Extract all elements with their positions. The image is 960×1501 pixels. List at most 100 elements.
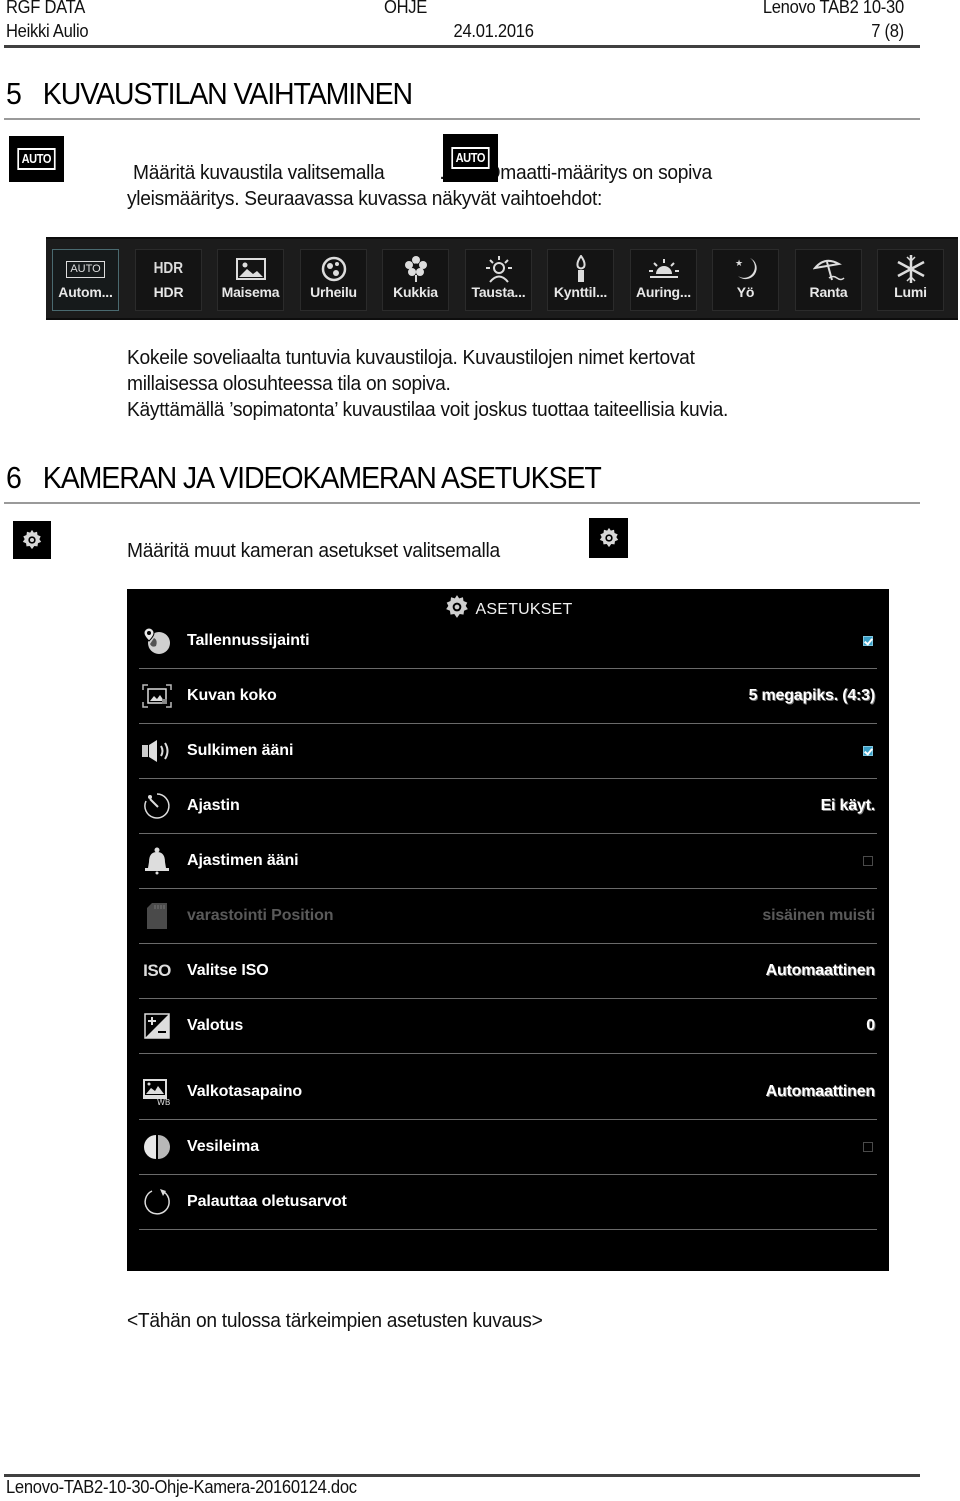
header-author: Heikki Aulio <box>6 21 89 41</box>
setting-exposure[interactable]: Valotus 0 <box>139 999 877 1054</box>
auto-icon: AUTO <box>66 252 105 286</box>
mode-label: HDR <box>153 284 184 300</box>
page-header-row-2: Heikki Aulio 24.01.2016 7 (8) <box>6 21 904 42</box>
mode-label: Yö <box>736 284 755 300</box>
scene-mode-bar: AUTO Autom... HDR HDR Maisema Urheilu Ku… <box>46 237 958 320</box>
mode-backlight[interactable]: Tausta... <box>465 249 532 311</box>
mode-label: Lumi <box>894 284 927 300</box>
flower-icon <box>404 252 428 286</box>
reset-icon <box>139 1187 175 1217</box>
speaker-icon <box>139 739 175 763</box>
white-balance-icon: WB <box>139 1078 175 1106</box>
section-6-divider <box>4 502 920 504</box>
setting-label: Valotus <box>187 1017 244 1034</box>
mode-label: Ranta <box>809 284 848 300</box>
mode-label: Kynttil... <box>553 284 608 300</box>
setting-shutter-sound[interactable]: Sulkimen ääni <box>139 724 877 779</box>
mode-beach[interactable]: Ranta <box>795 249 862 311</box>
sunset-icon <box>648 252 680 286</box>
setting-label: Valkotasapaino <box>187 1083 303 1100</box>
setting-label: Sulkimen ääni <box>187 742 294 759</box>
watermark-checkbox[interactable] <box>863 1142 873 1152</box>
setting-save-location[interactable]: Tallennussijainti <box>139 614 877 669</box>
hdr-icon: HDR <box>153 260 184 277</box>
backlight-portrait-icon <box>485 252 513 286</box>
mode-label: Kukkia <box>393 284 438 300</box>
setting-storage-position: varastointi Position sisäinen muisti <box>139 889 877 944</box>
night-moon-icon: ★ <box>732 252 760 286</box>
section-5-intro-line-1: Määritä kuvaustila valitsemalla . AUTOma… <box>133 160 712 186</box>
iso-icon: ISO <box>143 961 171 980</box>
settings-description-placeholder: <Tähän on tulossa tärkeimpien asetusten … <box>127 1310 543 1332</box>
auto-inline-icon-label: AUTO <box>451 147 490 169</box>
mode-label: Autom... <box>58 284 113 300</box>
section-5-para-line-3: Käyttämällä ’sopimatonta’ kuvaustilaa vo… <box>127 399 729 421</box>
auto-mode-icon: AUTO <box>9 136 64 182</box>
mode-candle[interactable]: Kynttil... <box>547 249 614 311</box>
setting-label: Vesileima <box>187 1138 260 1155</box>
mode-sports[interactable]: Urheilu <box>300 249 367 311</box>
section-6-title: KAMERAN JA VIDEOKAMERAN ASETUKSET <box>42 460 602 495</box>
mode-hdr[interactable]: HDR HDR <box>135 249 202 311</box>
auto-icon-label: AUTO <box>17 148 56 170</box>
camera-settings-panel: ASETUKSET Tallennussijainti Kuvan koko 5… <box>127 589 889 1271</box>
setting-value: Ei käyt. <box>820 797 876 814</box>
setting-reset-defaults[interactable]: Palauttaa oletusarvot <box>139 1175 877 1230</box>
mode-auto[interactable]: AUTO Autom... <box>52 249 119 311</box>
shutter-sound-checkbox[interactable] <box>863 746 873 756</box>
location-globe-icon <box>139 626 175 656</box>
beach-umbrella-icon <box>812 252 845 286</box>
setting-value: Automaattinen <box>765 1083 876 1100</box>
section-5-title: KUVAUSTILAN VAIHTAMINEN <box>42 76 413 111</box>
section-6-heading: 6 KAMERAN JA VIDEOKAMERAN ASETUKSET <box>6 460 602 496</box>
mode-label: Urheilu <box>310 284 357 300</box>
section-5-divider <box>4 118 920 120</box>
setting-label: Kuvan koko <box>187 687 277 704</box>
setting-white-balance[interactable]: WB Valkotasapaino Automaattinen <box>139 1065 877 1120</box>
footer-filename: Lenovo-TAB2-10-30-Ohje-Kamera-20160124.d… <box>6 1477 357 1497</box>
mode-label: Auring... <box>636 284 691 300</box>
section-6-intro: Määritä muut kameran asetukset valitsema… <box>127 540 500 562</box>
candle-icon <box>574 252 588 286</box>
mode-sunset[interactable]: Auring... <box>630 249 697 311</box>
gear-icon <box>13 521 51 559</box>
header-doc-type: OHJE <box>384 0 428 17</box>
setting-timer[interactable]: Ajastin Ei käyt. <box>139 779 877 834</box>
page-header-row-1: RGF DATA OHJE Lenovo TAB2 10-30 <box>6 0 904 18</box>
section-5-para-line-2: millaisessa olosuhteessa tila on sopiva. <box>127 373 451 395</box>
setting-iso[interactable]: ISO Valitse ISO Automaattinen <box>139 944 877 999</box>
setting-label: Ajastimen ääni <box>187 852 299 869</box>
svg-text:★: ★ <box>735 258 743 268</box>
section-5-heading: 5 KUVAUSTILAN VAIHTAMINEN <box>6 76 413 112</box>
header-device: Lenovo TAB2 10-30 <box>762 0 904 17</box>
setting-watermark[interactable]: Vesileima <box>139 1120 877 1175</box>
setting-value: Automaattinen <box>765 962 876 979</box>
header-page: 7 (8) <box>871 21 904 41</box>
section-5-intro-line-2: yleismääritys. Seuraavassa kuvassa näkyv… <box>127 188 603 210</box>
svg-text:WB: WB <box>157 1098 170 1106</box>
header-divider <box>4 45 920 48</box>
setting-label: Palauttaa oletusarvot <box>187 1193 347 1210</box>
mode-night[interactable]: ★ Yö <box>712 249 779 311</box>
mode-landscape[interactable]: Maisema <box>217 249 284 311</box>
section-5-number: 5 <box>6 76 22 111</box>
timer-sound-checkbox[interactable] <box>863 856 873 866</box>
setting-image-size[interactable]: Kuvan koko 5 megapiks. (4:3) <box>139 669 877 724</box>
sd-card-icon <box>139 902 175 930</box>
mode-label: Maisema <box>221 284 280 300</box>
gear-inline-icon <box>589 518 628 558</box>
timer-icon <box>139 791 175 821</box>
header-company: RGF DATA <box>6 0 86 17</box>
sports-ball-icon <box>321 252 347 286</box>
setting-timer-sound[interactable]: Ajastimen ääni <box>139 834 877 889</box>
mode-flowers[interactable]: Kukkia <box>382 249 449 311</box>
intro-text-a: Määritä kuvaustila valitsemalla <box>133 162 385 184</box>
setting-label: Tallennussijainti <box>187 632 310 649</box>
landscape-icon <box>235 252 266 286</box>
mode-snow[interactable]: Lumi <box>877 249 944 311</box>
setting-value: sisäinen muisti <box>762 907 875 924</box>
mode-label: Tausta... <box>471 284 526 300</box>
setting-value: 0 <box>866 1017 875 1034</box>
save-location-checkbox[interactable] <box>863 636 873 646</box>
auto-mode-inline-icon: AUTO <box>443 134 498 182</box>
